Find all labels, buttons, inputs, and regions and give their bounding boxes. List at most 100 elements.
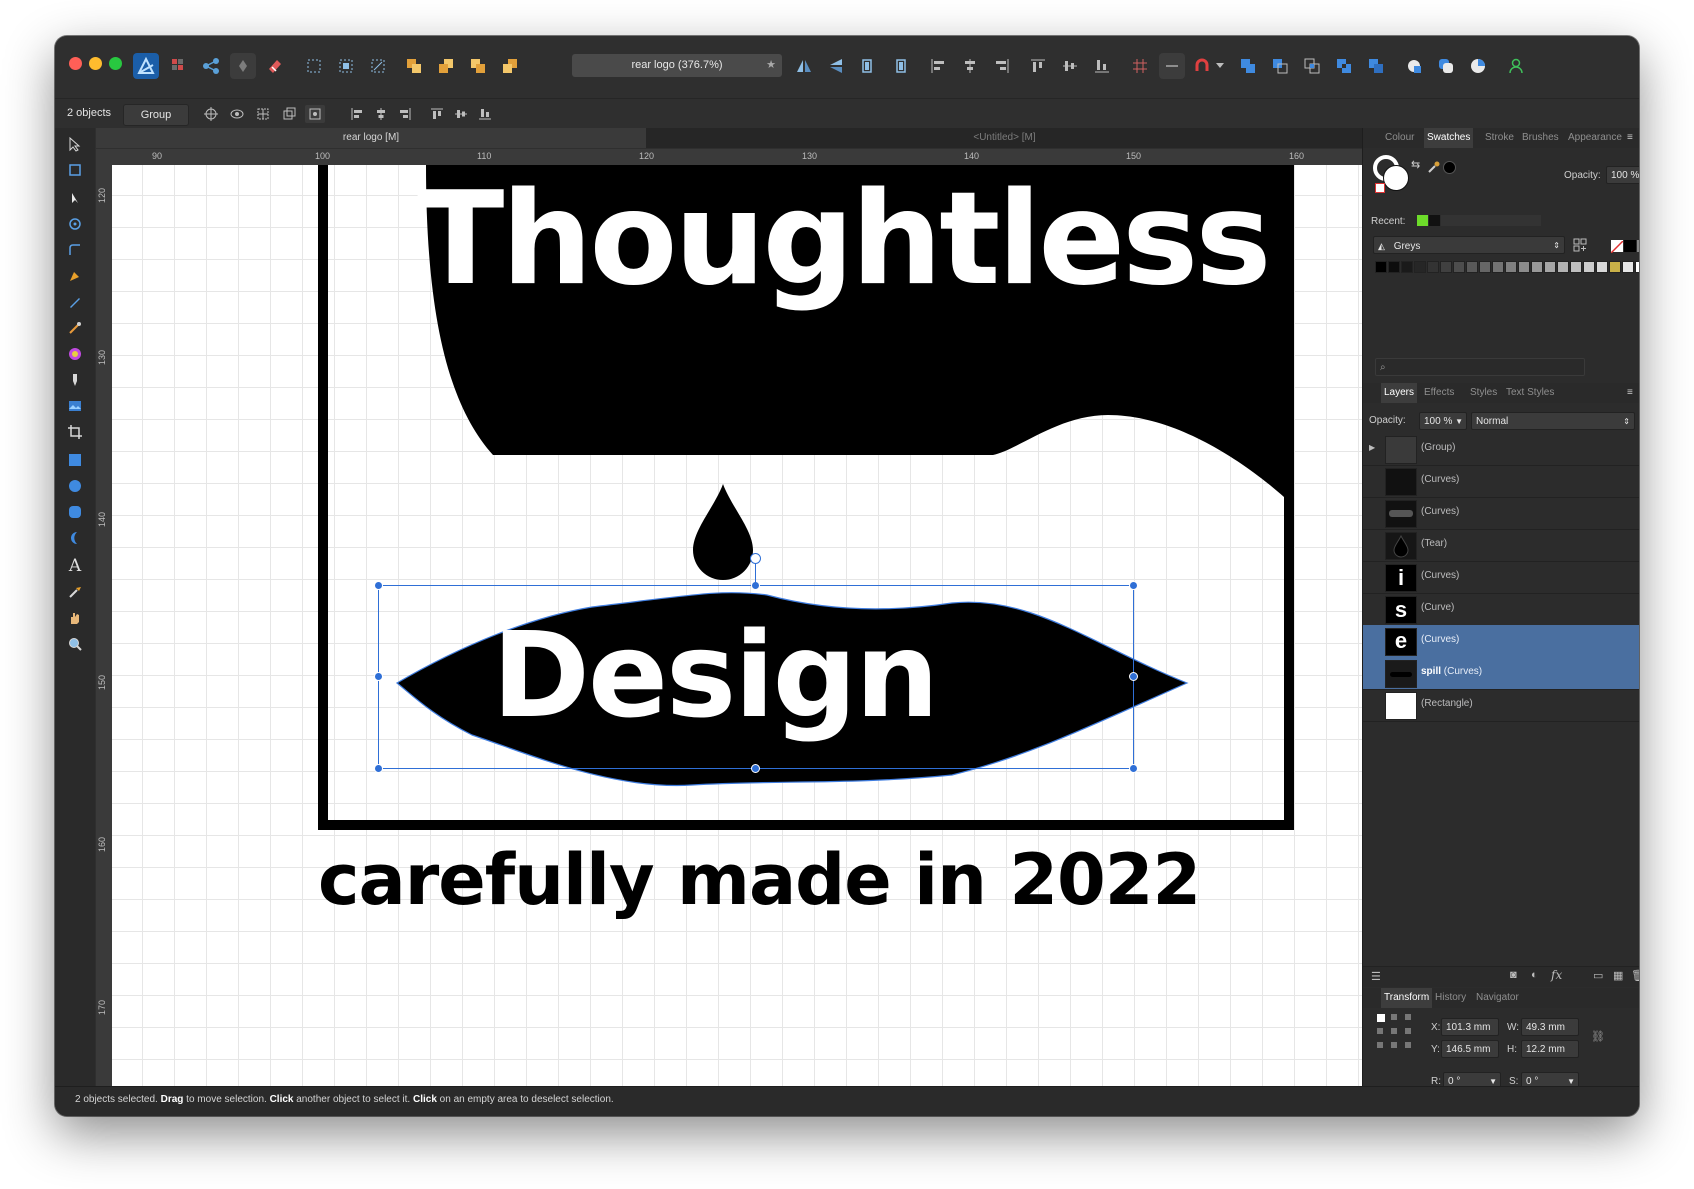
artistic-text-tool-icon[interactable]: A <box>63 554 87 578</box>
boolean-subtract-icon[interactable] <box>1267 53 1293 79</box>
tab-appearance[interactable]: Appearance <box>1568 132 1622 143</box>
grid-icon[interactable] <box>1127 53 1153 79</box>
pixel-persona-icon[interactable] <box>166 53 192 79</box>
transform-origin-icon[interactable] <box>201 105 221 123</box>
align-middle-icon[interactable] <box>1057 53 1083 79</box>
move-tool-icon[interactable] <box>63 132 87 156</box>
zoom-window-button[interactable] <box>109 57 122 70</box>
align-right-icon[interactable] <box>989 53 1015 79</box>
tab-effects[interactable]: Effects <box>1424 387 1454 398</box>
ellipse-tool-icon[interactable] <box>63 474 87 498</box>
insert-behind-icon[interactable] <box>365 53 391 79</box>
fx-icon[interactable]: fx <box>1551 968 1562 982</box>
hidden-selection-icon[interactable] <box>279 105 299 123</box>
bring-to-front-icon[interactable] <box>497 53 523 79</box>
w-field[interactable]: 49.3 mm <box>1521 1018 1579 1036</box>
snapping-options-icon[interactable] <box>1159 53 1185 79</box>
palette-selector[interactable]: ◭ Greys ⇕ <box>1373 236 1565 254</box>
black-swatch[interactable] <box>1624 240 1636 252</box>
transform-mode-icon[interactable] <box>301 53 327 79</box>
forward-one-icon[interactable] <box>465 53 491 79</box>
transparency-tool-icon[interactable] <box>63 368 87 392</box>
magnet-icon[interactable] <box>1189 53 1215 79</box>
ctx-align-right-icon[interactable] <box>395 105 415 123</box>
transform-objects-separately-icon[interactable] <box>305 105 325 123</box>
selection-bounding-box[interactable] <box>378 585 1134 769</box>
recent-swatch-green[interactable] <box>1417 215 1428 226</box>
rectangle-tool-icon[interactable] <box>63 448 87 472</box>
pen-tool-icon[interactable] <box>63 264 87 288</box>
close-window-button[interactable] <box>69 57 82 70</box>
layer-row[interactable]: ▶ (Group) ✓ <box>1363 433 1639 466</box>
panel-menu-icon[interactable]: ≡ <box>1627 132 1633 143</box>
document-title-field[interactable]: rear logo (376.7%) ★ <box>572 54 782 77</box>
tagline-text[interactable]: carefully made in 2022 <box>318 835 1328 925</box>
artboard-tool-icon[interactable] <box>63 158 87 182</box>
grey-swatch[interactable] <box>1505 261 1517 273</box>
selection-handle[interactable] <box>751 764 760 773</box>
grey-swatch[interactable] <box>1440 261 1452 273</box>
tab-colour[interactable]: Colour <box>1385 132 1414 143</box>
document-canvas[interactable]: Thoughtless Design carefully made in 202… <box>112 165 1362 1086</box>
layer-row[interactable]: (Curves) ✓ <box>1363 465 1639 498</box>
grey-swatch[interactable] <box>1518 261 1530 273</box>
delete-layer-icon[interactable]: 🗑 <box>1631 969 1639 982</box>
snapping-icon[interactable] <box>230 53 256 79</box>
force-pixel-alignment-icon[interactable] <box>262 53 288 79</box>
selection-handle[interactable] <box>1129 672 1138 681</box>
show-transform-icon[interactable] <box>253 105 273 123</box>
show-selection-box-icon[interactable] <box>227 105 247 123</box>
grey-swatch[interactable] <box>1637 240 1639 252</box>
layers-stack-icon[interactable]: ☰ <box>1371 970 1381 983</box>
none-swatch-icon[interactable] <box>1375 183 1385 193</box>
tab-transform[interactable]: Transform <box>1381 988 1433 1008</box>
anchor-point-selector[interactable] <box>1377 1014 1417 1054</box>
none-swatch-icon[interactable] <box>1610 240 1624 254</box>
ctx-align-top-icon[interactable] <box>427 105 447 123</box>
tab-swatches[interactable]: Swatches <box>1424 128 1474 148</box>
crop-tool-icon[interactable] <box>63 420 87 444</box>
tab-styles[interactable]: Styles <box>1470 387 1497 398</box>
tab-untitled[interactable]: <Untitled> [M] <box>647 128 1362 148</box>
ctx-align-bottom-icon[interactable] <box>475 105 495 123</box>
x-field[interactable]: 101.3 mm <box>1441 1018 1499 1036</box>
fill-tool-icon[interactable] <box>63 342 87 366</box>
boolean-divide-icon[interactable] <box>1363 53 1389 79</box>
layer-row[interactable]: (Tear) ✓ <box>1363 529 1639 562</box>
grey-swatch[interactable] <box>1401 261 1413 273</box>
grey-swatch[interactable] <box>1466 261 1478 273</box>
corner-tool-icon[interactable] <box>63 238 87 262</box>
boolean-add-icon[interactable] <box>1235 53 1261 79</box>
geometry-combine-icon[interactable] <box>1401 53 1427 79</box>
zoom-tool-icon[interactable] <box>63 632 87 656</box>
selection-handle[interactable] <box>374 764 383 773</box>
current-color-swatch[interactable] <box>1443 161 1456 174</box>
ctx-align-center-icon[interactable] <box>371 105 391 123</box>
flip-vertical-icon[interactable] <box>823 53 849 79</box>
selection-handle[interactable] <box>374 672 383 681</box>
pencil-tool-icon[interactable] <box>63 290 87 314</box>
designer-persona-icon[interactable] <box>133 53 159 79</box>
link-icon[interactable]: ⛓ <box>1591 1030 1605 1043</box>
blend-mode-select[interactable]: Normal ⇕ <box>1471 412 1635 430</box>
selection-handle[interactable] <box>1129 764 1138 773</box>
grey-swatch[interactable] <box>1635 261 1639 273</box>
grey-swatch[interactable] <box>1609 261 1621 273</box>
tab-text-styles[interactable]: Text Styles <box>1506 387 1554 398</box>
grey-swatch[interactable] <box>1479 261 1491 273</box>
grey-swatch[interactable] <box>1557 261 1569 273</box>
grey-swatch[interactable] <box>1375 261 1387 273</box>
colour-opacity-field[interactable]: 100 % ▼ <box>1606 166 1639 184</box>
layer-row[interactable]: e (Curves) ☑ <box>1363 625 1639 658</box>
align-center-icon[interactable] <box>957 53 983 79</box>
h-field[interactable]: 12.2 mm <box>1521 1040 1579 1058</box>
add-layer-icon[interactable]: ▭ <box>1593 969 1603 982</box>
y-field[interactable]: 146.5 mm <box>1441 1040 1499 1058</box>
recent-swatch-black[interactable] <box>1429 215 1440 226</box>
align-top-icon[interactable] <box>1025 53 1051 79</box>
layer-row[interactable]: (Curves) ✓ <box>1363 497 1639 530</box>
flip-horizontal-icon[interactable] <box>791 53 817 79</box>
user-account-icon[interactable] <box>1503 53 1529 79</box>
rounded-rectangle-tool-icon[interactable] <box>63 500 87 524</box>
color-picker-tool-icon[interactable] <box>63 580 87 604</box>
